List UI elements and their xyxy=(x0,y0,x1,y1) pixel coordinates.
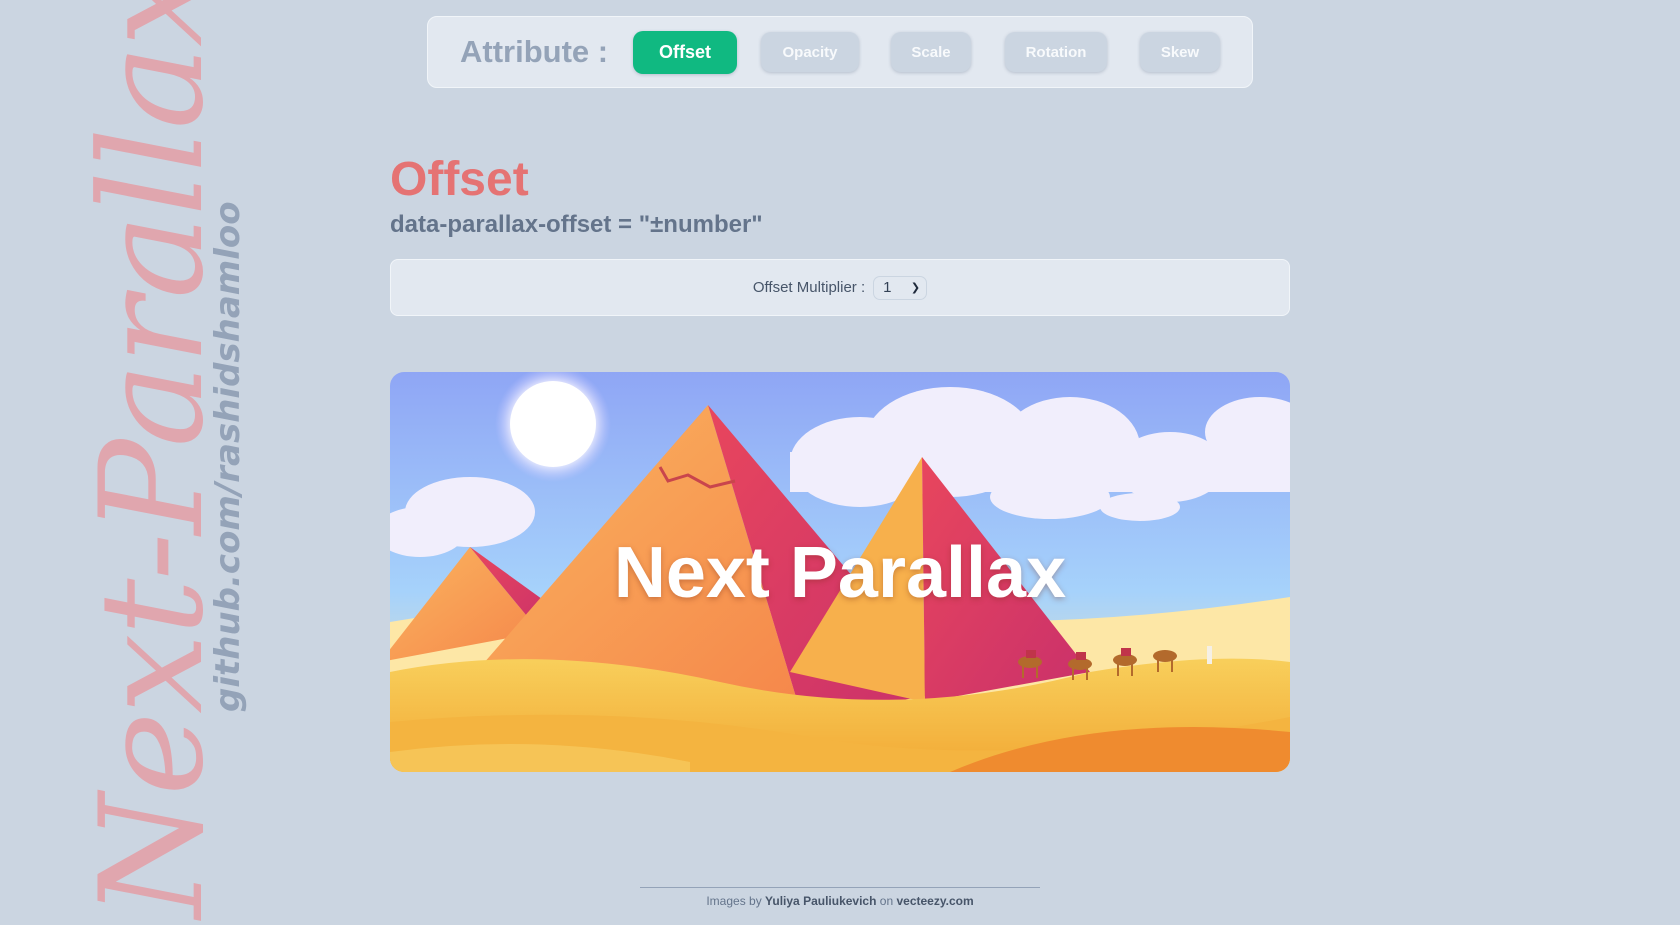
footer-mid: on xyxy=(879,894,894,908)
offset-multiplier-label: Offset Multiplier : xyxy=(752,279,866,296)
side-logo: Next-Parallax xyxy=(70,0,235,918)
offset-multiplier-value: 1 xyxy=(883,279,892,296)
tab-skew[interactable]: Skew xyxy=(1140,32,1220,72)
controls-panel: Offset Multiplier : 1 ❯ xyxy=(390,259,1290,316)
section-title: Offset xyxy=(390,153,529,206)
toolbar-label: Attribute : xyxy=(460,34,609,69)
chevron-down-icon: ❯ xyxy=(910,282,921,294)
hero-image: Next Parallax xyxy=(390,372,1290,772)
offset-multiplier-select[interactable]: 1 ❯ xyxy=(873,275,928,300)
page: Next-Parallax github.com/rashidshamloo A… xyxy=(0,0,1680,925)
tab-offset[interactable]: Offset xyxy=(633,31,737,74)
attribute-toolbar: Attribute : Offset Opacity Scale Rotatio… xyxy=(427,16,1253,88)
footer-credits: Images by Yuliya Pauliukevich on vecteez… xyxy=(640,894,1040,908)
footer-divider xyxy=(640,887,1040,888)
tab-scale[interactable]: Scale xyxy=(891,32,971,72)
tab-opacity[interactable]: Opacity xyxy=(761,32,859,72)
attribute-syntax: data-parallax-offset = "±number" xyxy=(390,211,763,238)
author-link[interactable]: Yuliya Pauliukevich xyxy=(765,894,876,908)
hero-title: Next Parallax xyxy=(613,533,1067,613)
site-link[interactable]: vecteezy.com xyxy=(896,894,973,908)
footer-prefix: Images by xyxy=(706,894,762,908)
tab-rotation[interactable]: Rotation xyxy=(1005,32,1107,72)
github-link[interactable]: github.com/rashidshamloo xyxy=(208,201,248,712)
